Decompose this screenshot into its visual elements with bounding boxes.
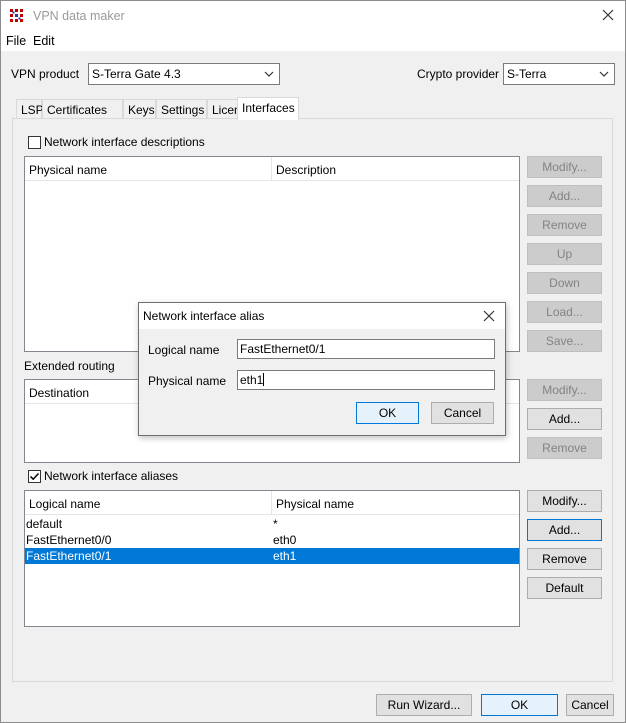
descriptions-checkbox-label: Network interface descriptions (44, 135, 205, 149)
routing-modify-button[interactable]: Modify... (527, 379, 602, 401)
text-caret (263, 373, 265, 386)
run-wizard-button[interactable]: Run Wizard... (376, 694, 472, 716)
aliases-add-button[interactable]: Add... (527, 519, 602, 541)
aliases-checkbox[interactable] (28, 470, 41, 483)
tab-keys[interactable]: Keys (123, 99, 156, 119)
checkmark-icon (29, 472, 40, 481)
dialog-cancel-button[interactable]: Cancel (431, 402, 494, 424)
alias-physical-cell: * (273, 517, 278, 531)
main-window: VPN data maker File Edit VPN product S-T… (0, 0, 626, 723)
table-row[interactable]: FastEthernet0/0 eth0 (25, 532, 519, 548)
descriptions-remove-button[interactable]: Remove (527, 214, 602, 236)
descriptions-save-button[interactable]: Save... (527, 330, 602, 352)
aliases-list[interactable]: Logical name Physical name default * Fas… (24, 490, 520, 627)
aliases-list-header: Logical name Physical name (25, 491, 519, 515)
descriptions-load-button[interactable]: Load... (527, 301, 602, 323)
alias-logical-cell: FastEthernet0/1 (26, 549, 112, 563)
aliases-remove-button[interactable]: Remove (527, 548, 602, 570)
table-row-selected[interactable]: FastEthernet0/1 eth1 (25, 548, 519, 564)
column-physical-name[interactable]: Physical name (272, 491, 519, 515)
tab-settings[interactable]: Settings (156, 99, 207, 119)
logical-name-label: Logical name (148, 343, 220, 357)
menu-file[interactable]: File (6, 34, 26, 48)
cancel-button[interactable]: Cancel (566, 694, 614, 716)
crypto-provider-label: Crypto provider (417, 67, 500, 81)
ok-button[interactable]: OK (481, 694, 558, 716)
alias-dialog-title: Network interface alias (143, 309, 265, 323)
alias-physical-cell: eth1 (273, 549, 297, 563)
logical-name-value: FastEthernet0/1 (240, 342, 326, 356)
alias-physical-cell: eth0 (273, 533, 297, 547)
descriptions-down-button[interactable]: Down (527, 272, 602, 294)
close-icon[interactable] (479, 306, 499, 326)
alias-dialog: Network interface alias Logical name Fas… (138, 302, 506, 436)
chevron-down-icon (599, 71, 609, 77)
tab-certificates[interactable]: Certificates (42, 99, 123, 119)
tab-lsp[interactable]: LSP (16, 99, 44, 119)
close-icon[interactable] (597, 4, 619, 26)
column-description[interactable]: Description (272, 157, 519, 181)
logical-name-input[interactable]: FastEthernet0/1 (237, 339, 495, 359)
descriptions-up-button[interactable]: Up (527, 243, 602, 265)
routing-add-button[interactable]: Add... (527, 408, 602, 430)
descriptions-modify-button[interactable]: Modify... (527, 156, 602, 178)
descriptions-checkbox[interactable] (28, 136, 41, 149)
column-physical-name[interactable]: Physical name (25, 157, 272, 181)
title-bar[interactable]: VPN data maker (1, 1, 625, 31)
dialog-ok-button[interactable]: OK (356, 402, 419, 424)
column-logical-name[interactable]: Logical name (25, 491, 272, 515)
physical-name-label: Physical name (148, 374, 227, 388)
alias-dialog-title-bar[interactable]: Network interface alias (139, 303, 505, 329)
vpn-product-select[interactable]: S-Terra Gate 4.3 (88, 63, 280, 85)
table-row[interactable]: default * (25, 516, 519, 532)
extended-routing-label: Extended routing (24, 359, 115, 373)
crypto-provider-select[interactable]: S-Terra (503, 63, 615, 85)
vpn-product-label: VPN product (11, 67, 80, 81)
physical-name-value: eth1 (240, 373, 264, 387)
routing-remove-button[interactable]: Remove (527, 437, 602, 459)
descriptions-add-button[interactable]: Add... (527, 185, 602, 207)
menu-edit[interactable]: Edit (33, 34, 55, 48)
vpn-product-value: S-Terra Gate 4.3 (92, 67, 181, 81)
window-title: VPN data maker (33, 9, 125, 23)
physical-name-input[interactable]: eth1 (237, 370, 495, 390)
descriptions-list-header: Physical name Description (25, 157, 519, 181)
crypto-provider-value: S-Terra (507, 67, 547, 81)
alias-logical-cell: default (26, 517, 63, 531)
chevron-down-icon (264, 71, 274, 77)
aliases-checkbox-label: Network interface aliases (44, 469, 179, 483)
app-grid-icon (9, 8, 25, 24)
aliases-default-button[interactable]: Default (527, 577, 602, 599)
tab-interfaces[interactable]: Interfaces (237, 97, 299, 120)
menu-bar: File Edit (1, 31, 625, 51)
alias-logical-cell: FastEthernet0/0 (26, 533, 112, 547)
aliases-modify-button[interactable]: Modify... (527, 490, 602, 512)
